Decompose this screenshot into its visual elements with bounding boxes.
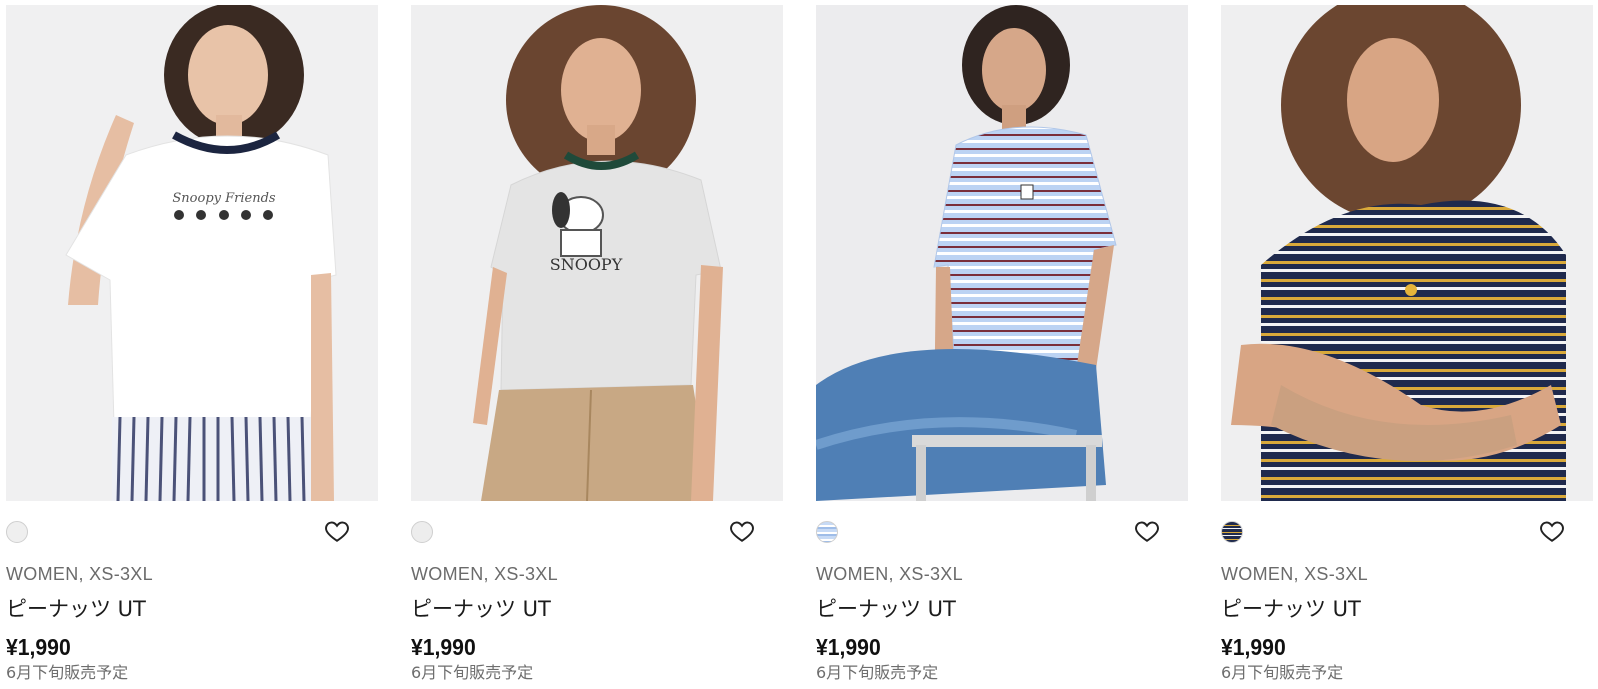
release-note: 6月下旬販売予定 <box>816 663 939 682</box>
product-price: ¥1,990 <box>6 634 71 660</box>
product-image[interactable] <box>1221 5 1593 501</box>
swatch-row <box>411 501 783 561</box>
heart-outline-icon[interactable] <box>1539 518 1565 544</box>
product-name[interactable]: ピーナッツ UT <box>6 596 378 622</box>
product-card[interactable]: WOMEN, XS-3XL ピーナッツ UT ¥1,990 6月下旬販売予定 <box>816 5 1188 684</box>
product-image[interactable]: SNOOPY <box>411 5 783 501</box>
swatch-row <box>816 501 1188 561</box>
tee-print-text: SNOOPY <box>550 255 623 274</box>
product-name[interactable]: ピーナッツ UT <box>1221 596 1593 622</box>
heart-outline-icon[interactable] <box>729 518 755 544</box>
product-name[interactable]: ピーナッツ UT <box>816 596 1188 622</box>
product-price: ¥1,990 <box>411 634 476 660</box>
tee-print-text: Snoopy Friends <box>172 191 276 206</box>
swatch-row <box>1221 501 1593 561</box>
product-category: WOMEN, XS-3XL <box>816 564 963 584</box>
product-image[interactable] <box>816 5 1188 501</box>
heart-outline-icon[interactable] <box>1134 518 1160 544</box>
product-category: WOMEN, XS-3XL <box>1221 564 1368 584</box>
color-swatch[interactable] <box>6 521 28 543</box>
product-price: ¥1,990 <box>816 634 881 660</box>
product-category: WOMEN, XS-3XL <box>6 564 153 584</box>
color-swatch[interactable] <box>1221 521 1243 543</box>
product-card[interactable]: Snoopy Friends WOMEN, XS-3XL ピーナッツ UT ¥1… <box>6 5 378 684</box>
product-grid: Snoopy Friends WOMEN, XS-3XL ピーナッツ UT ¥1… <box>0 0 1598 689</box>
swatch-row <box>6 501 378 561</box>
product-name[interactable]: ピーナッツ UT <box>411 596 783 622</box>
heart-outline-icon[interactable] <box>324 518 350 544</box>
product-card[interactable]: SNOOPY WOMEN, XS-3XL ピーナッツ UT ¥1,990 6月下… <box>411 5 783 684</box>
release-note: 6月下旬販売予定 <box>411 663 534 682</box>
color-swatch[interactable] <box>816 521 838 543</box>
product-image[interactable]: Snoopy Friends <box>6 5 378 501</box>
release-note: 6月下旬販売予定 <box>6 663 129 682</box>
product-card[interactable]: WOMEN, XS-3XL ピーナッツ UT ¥1,990 6月下旬販売予定 <box>1221 5 1593 684</box>
product-price: ¥1,990 <box>1221 634 1286 660</box>
product-category: WOMEN, XS-3XL <box>411 564 558 584</box>
release-note: 6月下旬販売予定 <box>1221 663 1344 682</box>
color-swatch[interactable] <box>411 521 433 543</box>
